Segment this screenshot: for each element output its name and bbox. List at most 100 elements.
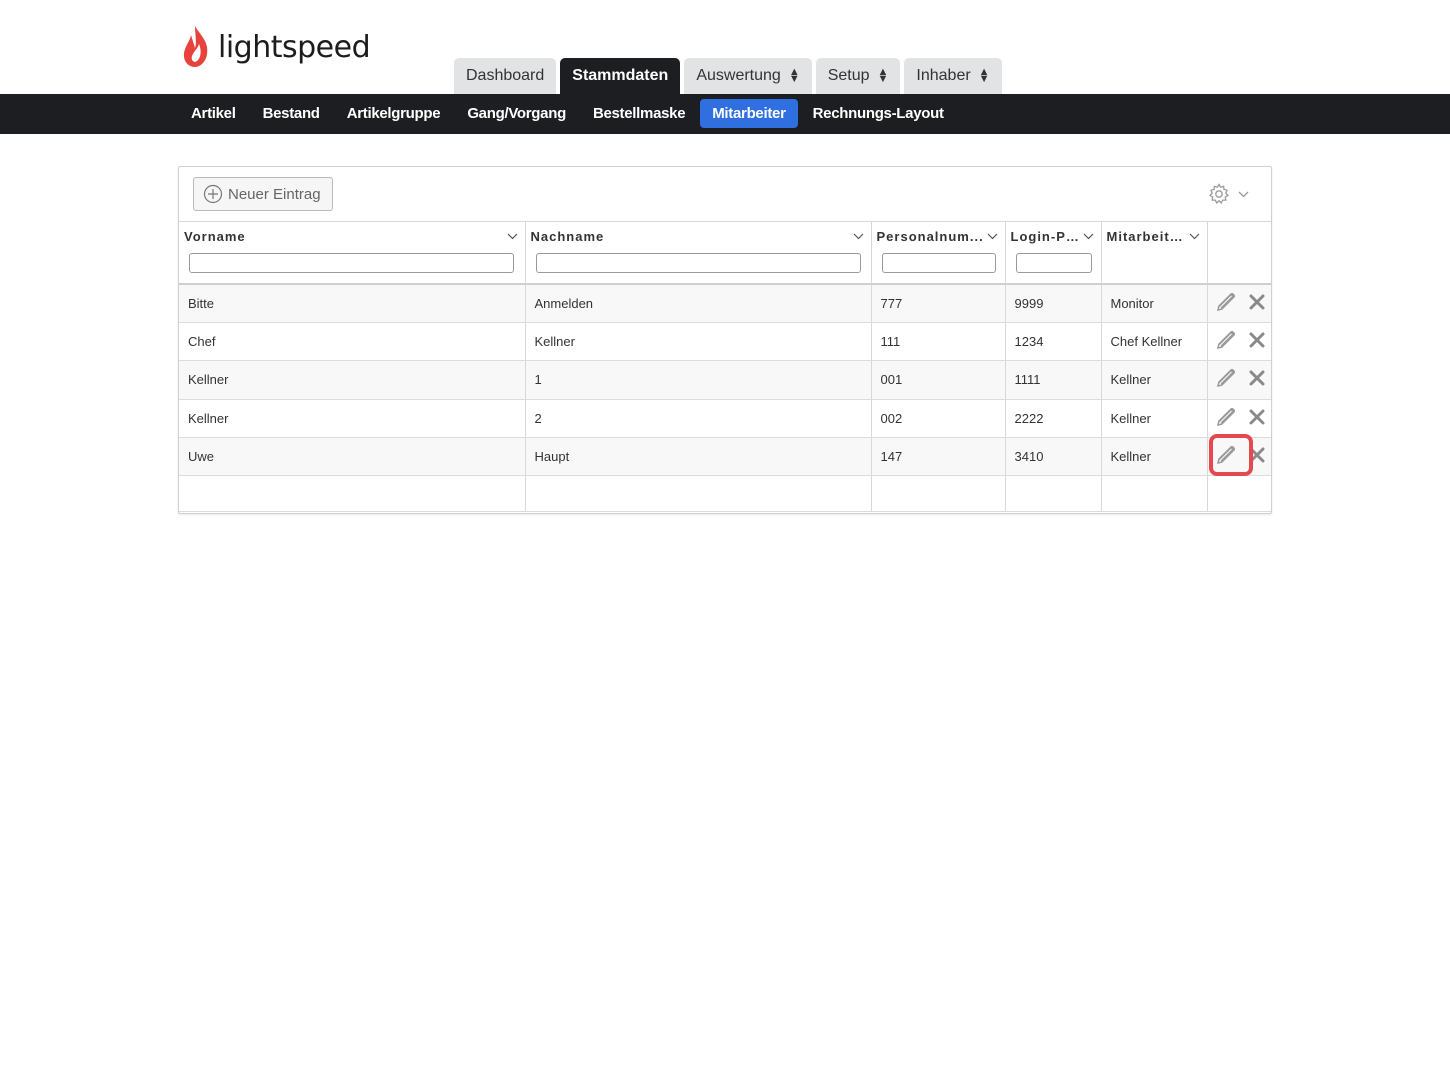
- filter-login-pin-input[interactable]: [1015, 253, 1092, 273]
- table-row[interactable]: Chef Kellner 111 1234 Chef Kellner: [179, 322, 1271, 362]
- table-cell: 1: [525, 360, 872, 400]
- delete-x-icon[interactable]: [1248, 369, 1266, 390]
- table-cell: [179, 475, 526, 513]
- table-cell: Kellner: [179, 360, 526, 400]
- table-row[interactable]: Bitte Anmelden 777 9999 Monitor: [179, 284, 1271, 323]
- chevron-down-icon[interactable]: [1189, 233, 1200, 240]
- chevron-down-icon[interactable]: [987, 233, 998, 240]
- dropdown-arrows-icon: ▲ ▼: [788, 66, 800, 85]
- tab-setup[interactable]: Setup ▲ ▼: [815, 58, 901, 94]
- table-cell: Uwe: [179, 437, 526, 477]
- edit-pencil-icon[interactable]: [1214, 405, 1238, 432]
- subnav-bestand[interactable]: Bestand: [251, 99, 332, 128]
- top-tabs: Dashboard Stammdaten Auswertung ▲ ▼ Setup ▲…: [454, 58, 1002, 94]
- table-row[interactable]: Kellner 2 002 2222 Kellner: [179, 399, 1271, 439]
- table-cell: [1207, 475, 1271, 513]
- table-cell: Kellner: [525, 322, 872, 362]
- edit-pencil-icon[interactable]: [1214, 366, 1238, 393]
- row-actions: [1207, 360, 1271, 400]
- table-cell: 2222: [1005, 399, 1102, 439]
- table-row[interactable]: Uwe Haupt 147 3410 Kellner: [179, 434, 1271, 477]
- table-cell: Bitte: [179, 284, 526, 323]
- flame-icon: [183, 26, 208, 67]
- row-actions: [1207, 322, 1271, 362]
- tab-auswertung[interactable]: Auswertung ▲ ▼: [684, 58, 812, 94]
- tab-label: Auswertung: [696, 67, 781, 84]
- new-entry-label: Neuer Eintrag: [228, 185, 321, 203]
- table-cell: Anmelden: [525, 284, 872, 323]
- row-actions: [1207, 399, 1271, 439]
- delete-x-icon[interactable]: [1248, 293, 1266, 314]
- dropdown-arrows-icon: ▲ ▼: [877, 66, 889, 85]
- table-cell: Kellner: [1101, 437, 1208, 477]
- tab-label: Inhaber: [916, 67, 971, 84]
- subnav-bar: Artikel Bestand Artikelgruppe Gang/Vorga…: [0, 94, 1450, 134]
- filter-nachname-input[interactable]: [535, 253, 861, 273]
- table-cell: Monitor: [1101, 284, 1208, 323]
- column-vorname[interactable]: Vorname: [179, 222, 526, 285]
- employee-panel: Neuer Eintrag Vorname Nachname Personaln…: [178, 166, 1272, 514]
- table-cell: 2: [525, 399, 872, 439]
- table-row-empty: [179, 475, 1271, 513]
- column-nachname[interactable]: Nachname: [525, 222, 872, 285]
- employee-table: Vorname Nachname Personalnum... Login-Pl…: [179, 222, 1271, 513]
- tab-inhaber[interactable]: Inhaber ▲ ▼: [904, 58, 1002, 94]
- tab-dashboard[interactable]: Dashboard: [454, 58, 557, 94]
- table-cell: [1005, 475, 1102, 513]
- gear-icon: [1208, 183, 1230, 204]
- table-cell: Haupt: [525, 437, 872, 477]
- column-label: Personalnum...: [876, 229, 984, 244]
- filter-vorname-input[interactable]: [189, 253, 514, 273]
- table-cell: Kellner: [179, 399, 526, 439]
- settings-menu[interactable]: [1208, 183, 1249, 205]
- header: lightspeed Dashboard Stammdaten Auswertu…: [0, 0, 1450, 94]
- new-entry-button[interactable]: Neuer Eintrag: [193, 177, 333, 211]
- row-actions: [1207, 284, 1271, 323]
- column-personalnummer[interactable]: Personalnum...: [871, 222, 1006, 285]
- table-cell: 1234: [1005, 322, 1102, 362]
- table-cell: 111: [871, 322, 1006, 362]
- subnav-gang-vorgang[interactable]: Gang/Vorgang: [455, 99, 578, 128]
- column-label: Vorname: [184, 229, 246, 244]
- delete-x-icon[interactable]: [1248, 331, 1266, 352]
- edit-pencil-icon[interactable]: [1214, 328, 1238, 355]
- table-cell: 002: [871, 399, 1006, 439]
- delete-x-icon[interactable]: [1248, 408, 1266, 429]
- column-label: Nachname: [530, 229, 605, 244]
- subnav-artikelgruppe[interactable]: Artikelgruppe: [335, 99, 453, 128]
- table-cell: 9999: [1005, 284, 1102, 323]
- column-label: Login-Pl...: [1010, 229, 1083, 244]
- column-login-pin[interactable]: Login-Pl...: [1005, 222, 1102, 285]
- table-row[interactable]: Kellner 1 001 1111 Kellner: [179, 360, 1271, 400]
- plus-circle-icon: [203, 184, 223, 204]
- table-cell: 1111: [1005, 360, 1102, 400]
- table-cell: [871, 475, 1006, 513]
- table-cell: Chef: [179, 322, 526, 362]
- filter-personalnummer-input[interactable]: [881, 253, 996, 273]
- edit-pencil-icon[interactable]: [1214, 290, 1238, 317]
- dropdown-arrows-icon: ▲ ▼: [978, 66, 990, 85]
- table-cell: 147: [871, 437, 1006, 477]
- lightspeed-logo[interactable]: lightspeed: [181, 24, 371, 68]
- column-actions: [1207, 222, 1271, 285]
- brand-name: lightspeed: [218, 29, 371, 65]
- table-cell: [1101, 475, 1208, 513]
- table-cell: 3410: [1005, 437, 1102, 477]
- subnav-mitarbeiter[interactable]: Mitarbeiter: [700, 99, 798, 128]
- subnav-rechnungs-layout[interactable]: Rechnungs-Layout: [801, 99, 956, 128]
- row-actions: [1207, 434, 1271, 477]
- tab-stammdaten[interactable]: Stammdaten: [560, 58, 681, 94]
- column-mitarbeitertyp[interactable]: Mitarbeite...: [1101, 222, 1208, 285]
- column-label: Mitarbeite...: [1106, 229, 1189, 244]
- subnav-artikel[interactable]: Artikel: [179, 99, 248, 128]
- chevron-down-icon[interactable]: [853, 233, 864, 240]
- subnav-bestellmaske[interactable]: Bestellmaske: [581, 99, 697, 128]
- table-cell: [525, 475, 872, 513]
- table-header-row: Vorname Nachname Personalnum... Login-Pl…: [179, 222, 1271, 285]
- chevron-down-icon[interactable]: [507, 233, 518, 240]
- chevron-down-icon[interactable]: [1083, 233, 1094, 240]
- tab-label: Stammdaten: [572, 67, 669, 84]
- tab-label: Setup: [827, 67, 870, 84]
- tab-label: Dashboard: [466, 67, 545, 84]
- highlight-box: [1208, 434, 1253, 477]
